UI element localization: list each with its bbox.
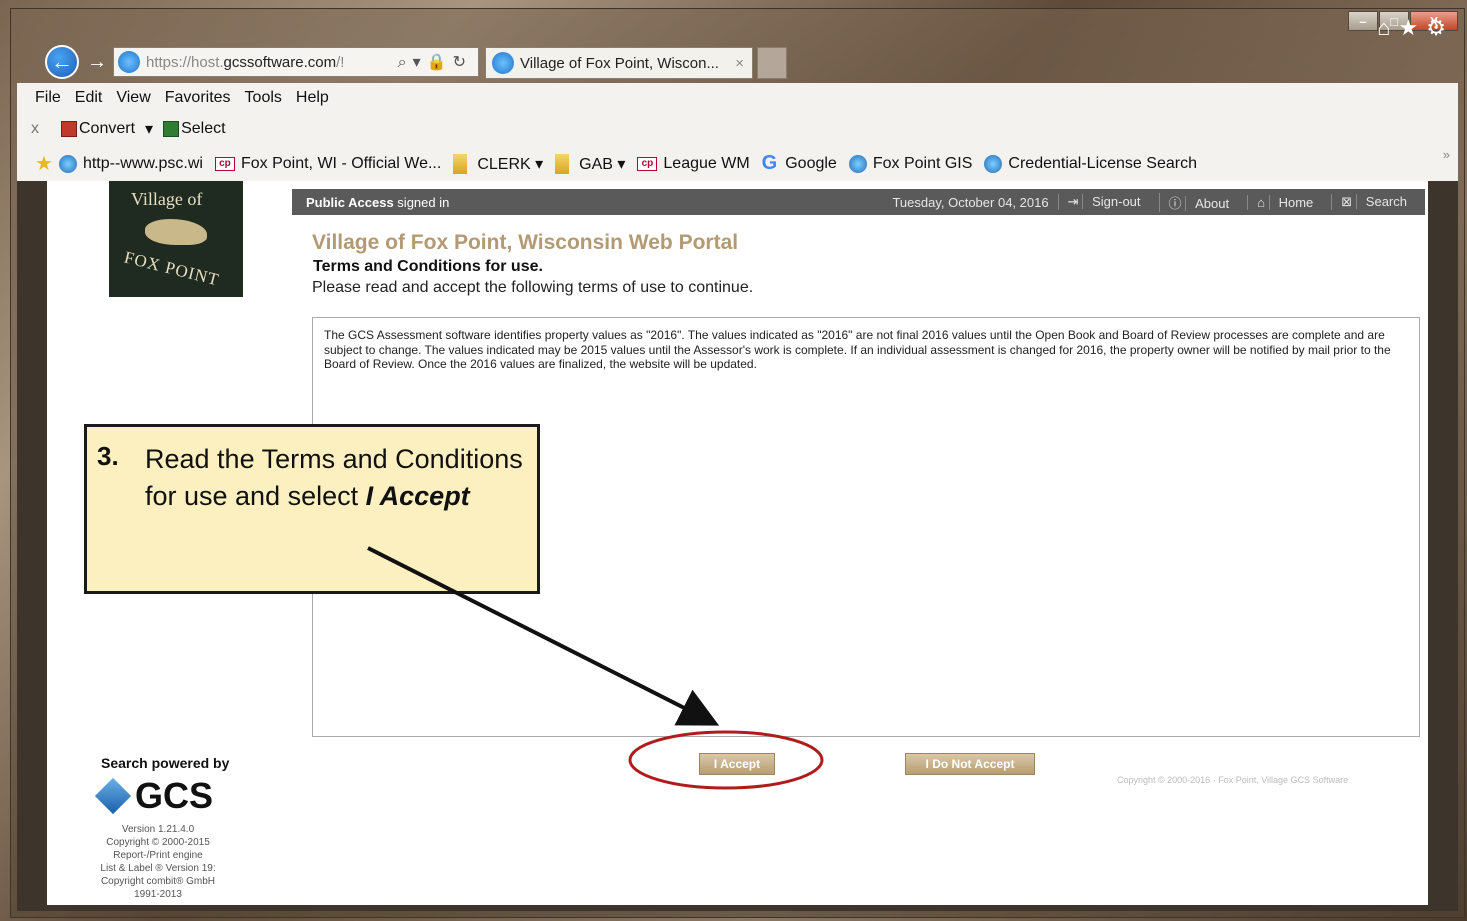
page-copyright: Copyright © 2000-2016 · Fox Point, Villa…: [1117, 775, 1349, 785]
portal-top-bar: Public Access signed in Tuesday, October…: [292, 189, 1425, 215]
terms-heading: Terms and Conditions for use.: [313, 258, 543, 275]
favorite-label: Google: [785, 154, 837, 172]
gcs-diamond-icon: [94, 777, 132, 815]
pdf-convert-icon: [61, 121, 77, 137]
page-title: Village of Fox Point, Wisconsin Web Port…: [312, 231, 739, 254]
access-status: Public Access signed in: [306, 194, 450, 210]
folder-icon: [453, 153, 468, 174]
favorites-star-icon[interactable]: ★: [1399, 15, 1427, 40]
village-logo[interactable]: Village of FOX POINT: [109, 181, 243, 297]
favorite-label: Credential-License Search: [1008, 154, 1197, 172]
address-url: https://host.gcssoftware.com/!: [146, 53, 345, 71]
convert-dropdown-icon[interactable]: ▾: [145, 119, 153, 139]
menu-favorites[interactable]: Favorites: [165, 89, 231, 107]
version-info: Version 1.21.4.0 Copyright © 2000-2015 R…: [89, 823, 227, 901]
ie-icon: [984, 154, 1003, 173]
favorite-item[interactable]: G Google: [762, 152, 837, 175]
gear-icon[interactable]: ⚙: [1426, 15, 1454, 40]
menu-view[interactable]: View: [116, 89, 150, 107]
cp-icon: cp: [637, 156, 658, 171]
google-icon: G: [761, 152, 778, 174]
menu-bar: File Edit View Favorites Tools Help: [35, 89, 343, 107]
favorite-item[interactable]: CLERK ▾: [453, 153, 544, 174]
tab-fox-point[interactable]: Village of Fox Point, Wiscon... ×: [485, 47, 753, 79]
home-link[interactable]: ⌂ Home: [1247, 194, 1331, 210]
back-arrow-icon[interactable]: ←: [45, 45, 79, 79]
site-ie-icon: [118, 51, 140, 73]
menu-help[interactable]: Help: [296, 89, 329, 107]
tab-title: Village of Fox Point, Wiscon...: [520, 54, 719, 72]
decline-button[interactable]: I Do Not Accept: [905, 753, 1035, 775]
current-date: Tuesday, October 04, 2016: [892, 194, 1049, 210]
more-favorites-chevron-icon[interactable]: »: [1443, 147, 1450, 162]
favorite-item[interactable]: GAB ▾: [555, 153, 626, 174]
convert-button[interactable]: Convert: [79, 120, 135, 138]
ie-icon: [58, 154, 77, 173]
tab-close-icon[interactable]: ×: [735, 55, 744, 72]
terms-instruction: Please read and accept the following ter…: [312, 279, 754, 296]
navigation-bar: ← → https://host.gcssoftware.com/! ⌕▾🔒↻ …: [45, 45, 1465, 81]
favorite-label: Fox Point GIS: [872, 154, 973, 172]
menu-and-favorites-bars: File Edit View Favorites Tools Help x Co…: [17, 83, 1458, 181]
version-line: 1991-2013: [134, 889, 182, 900]
gcs-logo-text: GCS: [135, 775, 214, 816]
cp-icon: cp: [214, 156, 235, 171]
forward-arrow-icon[interactable]: →: [87, 51, 107, 74]
folder-icon: [555, 153, 570, 174]
version-line: Copyright © 2000-2015: [106, 837, 210, 848]
sign-out-link[interactable]: ⇥ Sign-out: [1057, 194, 1159, 210]
favorite-label: Fox Point, WI - Official We...: [240, 154, 442, 172]
version-line: Version 1.21.4.0: [121, 824, 195, 835]
search-link[interactable]: ⊠ Search: [1331, 194, 1425, 210]
menu-file[interactable]: File: [35, 89, 61, 107]
search-lock-refresh-icons[interactable]: ⌕▾🔒↻: [398, 52, 472, 72]
command-bar: x Convert ▾ Select: [31, 119, 226, 139]
favorite-item[interactable]: cp Fox Point, WI - Official We...: [214, 154, 442, 173]
favorite-item[interactable]: cp League WM: [637, 154, 750, 173]
top-bar-links: Tuesday, October 04, 2016 ⇥ Sign-out ⓘ A…: [883, 192, 1425, 212]
logo-text-top: Village of: [131, 189, 203, 209]
select-icon: [163, 121, 180, 137]
address-bar[interactable]: https://host.gcssoftware.com/! ⌕▾🔒↻: [113, 47, 479, 77]
select-button[interactable]: Select: [181, 120, 225, 138]
favorite-item[interactable]: Credential-License Search: [984, 154, 1197, 173]
favorites-bar: ★ http--www.psc.wi cp Fox Point, WI - Off…: [35, 151, 1209, 176]
menu-edit[interactable]: Edit: [75, 89, 103, 107]
about-link[interactable]: ⓘ About: [1158, 192, 1248, 212]
version-line: List & Label ® Version 19:: [100, 863, 216, 874]
terms-text: The GCS Assessment software identifies p…: [324, 328, 1391, 371]
browser-right-icons: ⌂★⚙: [1377, 15, 1454, 41]
gcs-logo[interactable]: GCS: [94, 775, 214, 817]
favorite-label: GAB ▾: [579, 155, 626, 173]
ie-icon: [848, 154, 867, 173]
logo-text-bottom: FOX POINT: [122, 247, 222, 290]
step-text: Read the Terms and Conditions for use an…: [145, 444, 523, 511]
add-favorite-star-icon[interactable]: ★: [35, 151, 53, 176]
version-line: Copyright combit® GmbH: [100, 876, 216, 887]
step-number: 3.: [97, 441, 119, 471]
fox-icon: [145, 219, 207, 245]
accept-button[interactable]: I Accept: [699, 753, 775, 775]
favorite-item[interactable]: Fox Point GIS: [848, 154, 973, 173]
tab-ie-icon: [492, 52, 514, 74]
new-tab-button[interactable]: [757, 47, 787, 79]
favorite-label: CLERK ▾: [477, 155, 544, 173]
powered-by-label: Search powered by: [101, 755, 230, 771]
home-icon[interactable]: ⌂: [1377, 15, 1398, 40]
menu-tools[interactable]: Tools: [245, 89, 282, 107]
version-line: Report-/Print engine: [113, 850, 203, 861]
instruction-callout: 3. Read the Terms and Conditions for use…: [84, 424, 540, 594]
minimize-icon[interactable]: –: [1348, 11, 1378, 31]
favorite-item[interactable]: http--www.psc.wi: [58, 154, 203, 173]
favorite-label: League WM: [663, 154, 750, 172]
favorite-label: http--www.psc.wi: [82, 154, 203, 172]
close-toolbar-icon[interactable]: x: [31, 120, 39, 138]
